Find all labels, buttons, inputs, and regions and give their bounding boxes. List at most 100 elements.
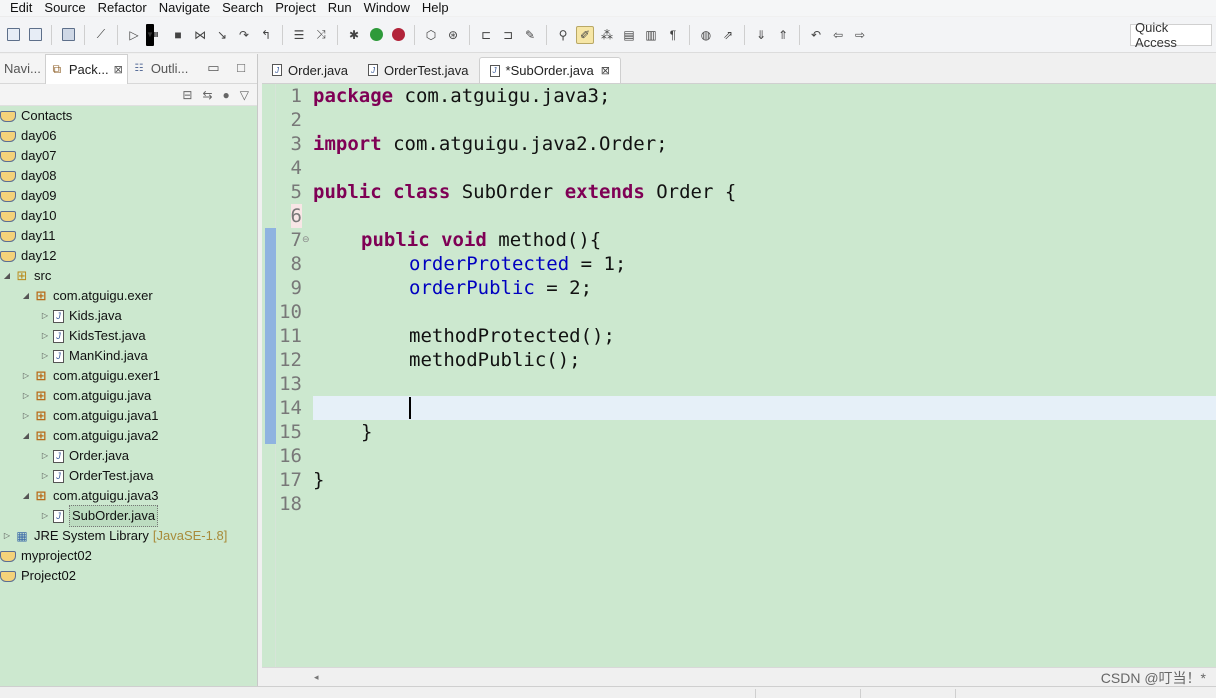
- fold-collapse-icon[interactable]: ⊖: [302, 234, 312, 245]
- tree-item-day11[interactable]: day11: [0, 226, 55, 246]
- forward-icon[interactable]: ⇨: [851, 26, 869, 44]
- save-icon[interactable]: [4, 26, 22, 44]
- step-into-icon[interactable]: ↘: [213, 26, 231, 44]
- step-over-icon[interactable]: ↷: [235, 26, 253, 44]
- run-icon[interactable]: [367, 26, 385, 44]
- menu-project[interactable]: Project: [269, 0, 321, 16]
- tree-item-project[interactable]: myproject02: [0, 546, 92, 566]
- collapsed-chevron-icon[interactable]: ▷: [21, 406, 31, 426]
- skip-breakpoints-icon[interactable]: ⟋: [92, 26, 110, 44]
- minimize-icon[interactable]: ▭: [207, 60, 219, 75]
- new-java-class-icon[interactable]: ⊛: [444, 26, 462, 44]
- expanded-chevron-icon[interactable]: ◢: [2, 266, 12, 286]
- tree-item-file-selected[interactable]: ▷ J SubOrder.java: [40, 505, 159, 527]
- menu-search[interactable]: Search: [216, 0, 269, 16]
- new-java-project-icon[interactable]: ⬡: [422, 26, 440, 44]
- tree-item-package[interactable]: ▷ ⊞ com.atguigu.exer1: [21, 366, 160, 386]
- show-source-icon[interactable]: ▥: [642, 26, 660, 44]
- tree-item-day10[interactable]: day10: [0, 206, 56, 226]
- step-return-icon[interactable]: ↰: [257, 26, 275, 44]
- collapsed-chevron-icon[interactable]: ▷: [40, 306, 50, 326]
- tree-item-day09[interactable]: day09: [0, 186, 56, 206]
- view-menu-icon[interactable]: ▽: [240, 88, 249, 102]
- tree-item-file[interactable]: ▷ J OrderTest.java: [40, 466, 154, 486]
- collapse-all-icon[interactable]: ⊟: [182, 88, 192, 102]
- previous-annotation-icon[interactable]: ⇑: [774, 26, 792, 44]
- open-task-icon[interactable]: ☰: [290, 26, 308, 44]
- tab-ordertest-java[interactable]: J OrderTest.java: [358, 57, 479, 83]
- search-icon[interactable]: ✎: [521, 26, 539, 44]
- back-icon[interactable]: ⇦: [829, 26, 847, 44]
- expanded-chevron-icon[interactable]: ◢: [21, 286, 31, 306]
- collapsed-chevron-icon[interactable]: ▷: [40, 446, 50, 466]
- menu-window[interactable]: Window: [358, 0, 416, 16]
- close-icon[interactable]: ⊠: [114, 63, 123, 76]
- tree-item-file[interactable]: ▷ J KidsTest.java: [40, 326, 146, 346]
- maximize-icon[interactable]: □: [237, 60, 245, 75]
- open-folder-icon[interactable]: ⊐: [499, 26, 517, 44]
- tree-item-file[interactable]: ▷ J ManKind.java: [40, 346, 148, 366]
- disconnect-icon[interactable]: ⋈: [191, 26, 209, 44]
- tree-item-file[interactable]: ▷ J Kids.java: [40, 306, 122, 326]
- toggle-breadcrumb-icon[interactable]: ⚲: [554, 26, 572, 44]
- toggle-mark-occurrences-icon[interactable]: ✐: [576, 25, 594, 44]
- terminal-icon[interactable]: [59, 26, 77, 44]
- save-all-icon[interactable]: [26, 26, 44, 44]
- use-step-filters-icon[interactable]: ⤨: [312, 26, 330, 44]
- tree-item-package[interactable]: ▷ ⊞ com.atguigu.java1: [21, 406, 159, 426]
- code-editor[interactable]: 1 2 3 4 5 6 7 ⊖ 8 9 10 11 12 13 14 15 16…: [262, 84, 1216, 667]
- focus-icon[interactable]: ●: [223, 88, 230, 102]
- coverage-icon[interactable]: [389, 26, 407, 44]
- menu-source[interactable]: Source: [38, 0, 91, 16]
- tree-item-file[interactable]: ▷ J Order.java: [40, 446, 129, 466]
- menu-navigate[interactable]: Navigate: [153, 0, 216, 16]
- tab-suborder-java[interactable]: J *SubOrder.java ⊠: [478, 57, 621, 83]
- tree-item-project[interactable]: Project02: [0, 566, 76, 586]
- tree-item-contacts[interactable]: Contacts: [0, 106, 72, 126]
- tab-outline[interactable]: ☷ Outli...: [128, 54, 193, 84]
- resume-icon[interactable]: ▷: [125, 26, 143, 44]
- tree-item-day06[interactable]: day06: [0, 126, 56, 146]
- paragraph-icon[interactable]: ¶: [664, 26, 682, 44]
- menu-refactor[interactable]: Refactor: [92, 0, 153, 16]
- collapsed-chevron-icon[interactable]: ▷: [21, 366, 31, 386]
- tree-item-day08[interactable]: day08: [0, 166, 56, 186]
- last-edit-location-icon[interactable]: ↶: [807, 26, 825, 44]
- menu-run[interactable]: Run: [322, 0, 358, 16]
- expanded-chevron-icon[interactable]: ◢: [21, 426, 31, 446]
- horizontal-scrollbar[interactable]: ◂: [262, 667, 1216, 686]
- tree-item-package[interactable]: ◢ ⊞ com.atguigu.java3: [21, 486, 159, 506]
- tree-item-package[interactable]: ◢ ⊞ com.atguigu.exer: [21, 286, 153, 306]
- collapsed-chevron-icon[interactable]: ▷: [2, 526, 12, 546]
- tree-item-day07[interactable]: day07: [0, 146, 56, 166]
- terminate-icon[interactable]: ■: [169, 26, 187, 44]
- close-icon[interactable]: ⊠: [601, 64, 610, 77]
- collapsed-chevron-icon[interactable]: ▷: [40, 506, 50, 526]
- collapsed-chevron-icon[interactable]: ▷: [40, 326, 50, 346]
- expanded-chevron-icon[interactable]: ◢: [21, 486, 31, 506]
- next-annotation-icon[interactable]: ⇓: [752, 26, 770, 44]
- open-type-icon[interactable]: ⊏: [477, 26, 495, 44]
- forward-dropdown-icon[interactable]: ▼: [146, 23, 154, 46]
- menu-help[interactable]: Help: [416, 0, 455, 16]
- scroll-left-icon[interactable]: ◂: [314, 672, 319, 682]
- tab-navigator[interactable]: Navi...: [0, 54, 45, 84]
- tree-item-package[interactable]: ▷ ⊞ com.atguigu.java: [21, 386, 151, 406]
- tree-item-jre[interactable]: ▷ ▦ JRE System Library [JavaSE-1.8]: [2, 526, 227, 546]
- pin-editor-icon[interactable]: ⇗: [719, 26, 737, 44]
- quick-access-input[interactable]: Quick Access: [1130, 20, 1212, 50]
- link-with-editor-icon[interactable]: ⇆: [202, 88, 212, 102]
- tab-order-java[interactable]: J Order.java: [262, 57, 358, 83]
- menu-edit[interactable]: Edit: [0, 0, 38, 16]
- globe-icon[interactable]: ◍: [697, 26, 715, 44]
- debug-icon[interactable]: ✱: [345, 26, 363, 44]
- tree-item-src[interactable]: ◢ ⊞ src: [2, 266, 51, 286]
- tree-item-day12[interactable]: day12: [0, 246, 56, 266]
- tab-package-explorer[interactable]: ⧉ Pack... ⊠: [44, 53, 128, 84]
- toggle-block-selection-icon[interactable]: ⁂: [598, 26, 616, 44]
- collapsed-chevron-icon[interactable]: ▷: [40, 466, 50, 486]
- collapsed-chevron-icon[interactable]: ▷: [40, 346, 50, 366]
- show-whitespace-icon[interactable]: ▤: [620, 26, 638, 44]
- collapsed-chevron-icon[interactable]: ▷: [21, 386, 31, 406]
- tree-item-package[interactable]: ◢ ⊞ com.atguigu.java2: [21, 426, 159, 446]
